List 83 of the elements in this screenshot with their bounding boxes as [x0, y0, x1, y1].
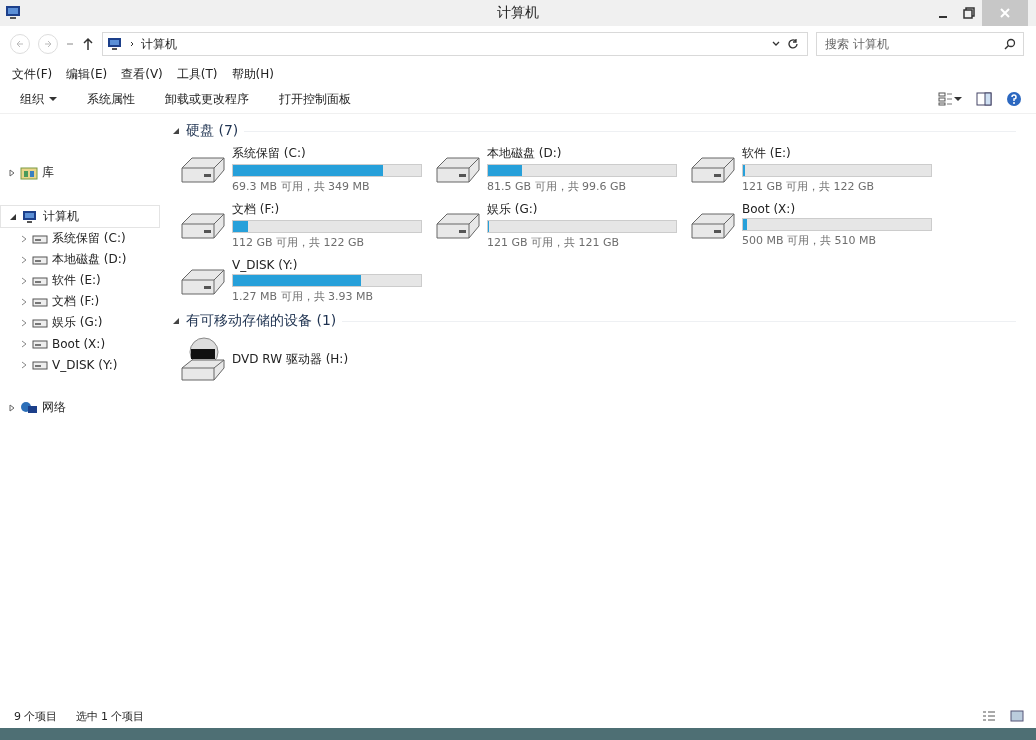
drive-name[interactable]: 软件 (E:) [742, 144, 932, 162]
window-title: 计算机 [497, 4, 539, 22]
computer-icon [4, 5, 22, 21]
drive-icon [32, 275, 48, 286]
toolbar-button[interactable]: 系统属性 [79, 88, 143, 110]
toolbar-button[interactable]: 打开控制面板 [271, 88, 359, 110]
tree-label[interactable]: 库 [42, 164, 54, 181]
tree-label[interactable]: Boot (X:) [52, 336, 106, 351]
library-icon [20, 165, 38, 180]
hard-drive-icon[interactable] [433, 154, 483, 184]
group-heading: 硬盘 (7) [186, 122, 239, 140]
drive-icon [32, 233, 48, 244]
expand-arrow-icon[interactable] [8, 168, 16, 177]
free-space-text: 500 MB 可用，共 510 MB [742, 233, 878, 248]
large-icons-view-icon[interactable] [1010, 710, 1024, 722]
menu-item[interactable]: 编辑(E) [66, 66, 108, 83]
menu-item[interactable]: 查看(V) [121, 66, 163, 83]
drive-name[interactable]: 本地磁盘 (D:) [487, 144, 677, 162]
drive-icon [32, 317, 48, 328]
hard-drive-icon[interactable] [178, 266, 228, 296]
computer-icon [21, 209, 39, 224]
dvd-drive-icon[interactable] [178, 336, 228, 382]
free-space-text: 1.27 MB 可用，共 3.93 MB [232, 289, 375, 304]
drive-icon [32, 296, 48, 307]
computer-icon [107, 37, 123, 51]
drive-icon [32, 359, 48, 370]
free-space-text: 69.3 MB 可用，共 349 MB [232, 178, 371, 194]
minimize-icon [939, 16, 947, 18]
free-space-text: 112 GB 可用，共 122 GB [232, 234, 366, 250]
hard-drive-icon[interactable] [433, 210, 483, 240]
group-heading: 有可移动存储的设备 (1) [186, 312, 337, 330]
tree-label[interactable]: 娱乐 (G:) [52, 314, 103, 331]
close-icon [999, 7, 1011, 19]
free-space-text: 81.5 GB 可用，共 99.6 GB [487, 178, 628, 194]
drive-name[interactable]: 系统保留 (C:) [232, 144, 422, 162]
tree-label[interactable]: 软件 (E:) [52, 272, 101, 289]
collapse-arrow-icon[interactable] [9, 212, 17, 221]
drive-name[interactable]: DVD RW 驱动器 (H:) [232, 350, 349, 368]
help-icon[interactable] [1006, 91, 1022, 107]
hard-drive-icon[interactable] [178, 210, 228, 240]
caret-icon[interactable] [954, 96, 962, 102]
drive-icon [32, 254, 48, 265]
menu-item[interactable]: 文件(F) [12, 66, 53, 83]
refresh-icon[interactable] [787, 38, 799, 50]
drive-name[interactable]: 文档 (F:) [232, 200, 422, 218]
menu-item[interactable]: 工具(T) [176, 66, 218, 83]
caret-icon [49, 96, 57, 102]
item-count: 9 个项目 [14, 708, 58, 724]
expand-arrow-icon[interactable] [8, 403, 16, 412]
collapse-toggle-icon[interactable] [172, 317, 180, 325]
chevron-down-icon[interactable] [771, 40, 781, 48]
view-options-icon[interactable] [938, 92, 954, 106]
tree-label[interactable]: 网络 [42, 399, 66, 416]
back-arrow-icon [15, 39, 25, 49]
preview-pane-icon[interactable] [976, 92, 992, 106]
drive-name[interactable]: 娱乐 (G:) [487, 200, 677, 218]
selected-tree-row[interactable]: 计算机 [0, 205, 160, 228]
drive-icon [32, 338, 48, 349]
drive-name[interactable]: V_DISK (Y:) [232, 258, 422, 272]
hard-drive-icon[interactable] [178, 154, 228, 184]
search-field[interactable]: 搜索 计算机 [816, 32, 1024, 56]
hard-drive-icon[interactable] [688, 210, 738, 240]
network-icon [20, 400, 38, 415]
search-icon [1004, 38, 1016, 50]
menu-item[interactable]: 帮助(H) [231, 66, 274, 83]
forward-arrow-icon [43, 39, 53, 49]
tree-label[interactable]: 系统保留 (C:) [52, 230, 126, 247]
restore-icon [963, 7, 975, 19]
collapse-toggle-icon[interactable] [172, 127, 180, 135]
tree-label[interactable]: 计算机 [43, 208, 79, 225]
up-arrow-icon[interactable] [82, 37, 94, 51]
chevron-icon [129, 40, 135, 48]
tree-label[interactable]: 文档 (F:) [52, 293, 100, 310]
selection-count: 选中 1 个项目 [75, 708, 145, 724]
hard-drive-icon[interactable] [688, 154, 738, 184]
tree-label[interactable]: 本地磁盘 (D:) [52, 251, 127, 268]
drive-name[interactable]: Boot (X:) [742, 202, 932, 216]
toolbar-button[interactable]: 卸载或更改程序 [157, 88, 257, 110]
address-bar[interactable]: 计算机 [102, 32, 808, 56]
tree-label[interactable]: V_DISK (Y:) [52, 357, 118, 372]
free-space-text: 121 GB 可用，共 121 GB [487, 234, 621, 250]
organize-dropdown[interactable]: 组织 [12, 88, 65, 110]
free-space-text: 121 GB 可用，共 122 GB [742, 178, 876, 194]
